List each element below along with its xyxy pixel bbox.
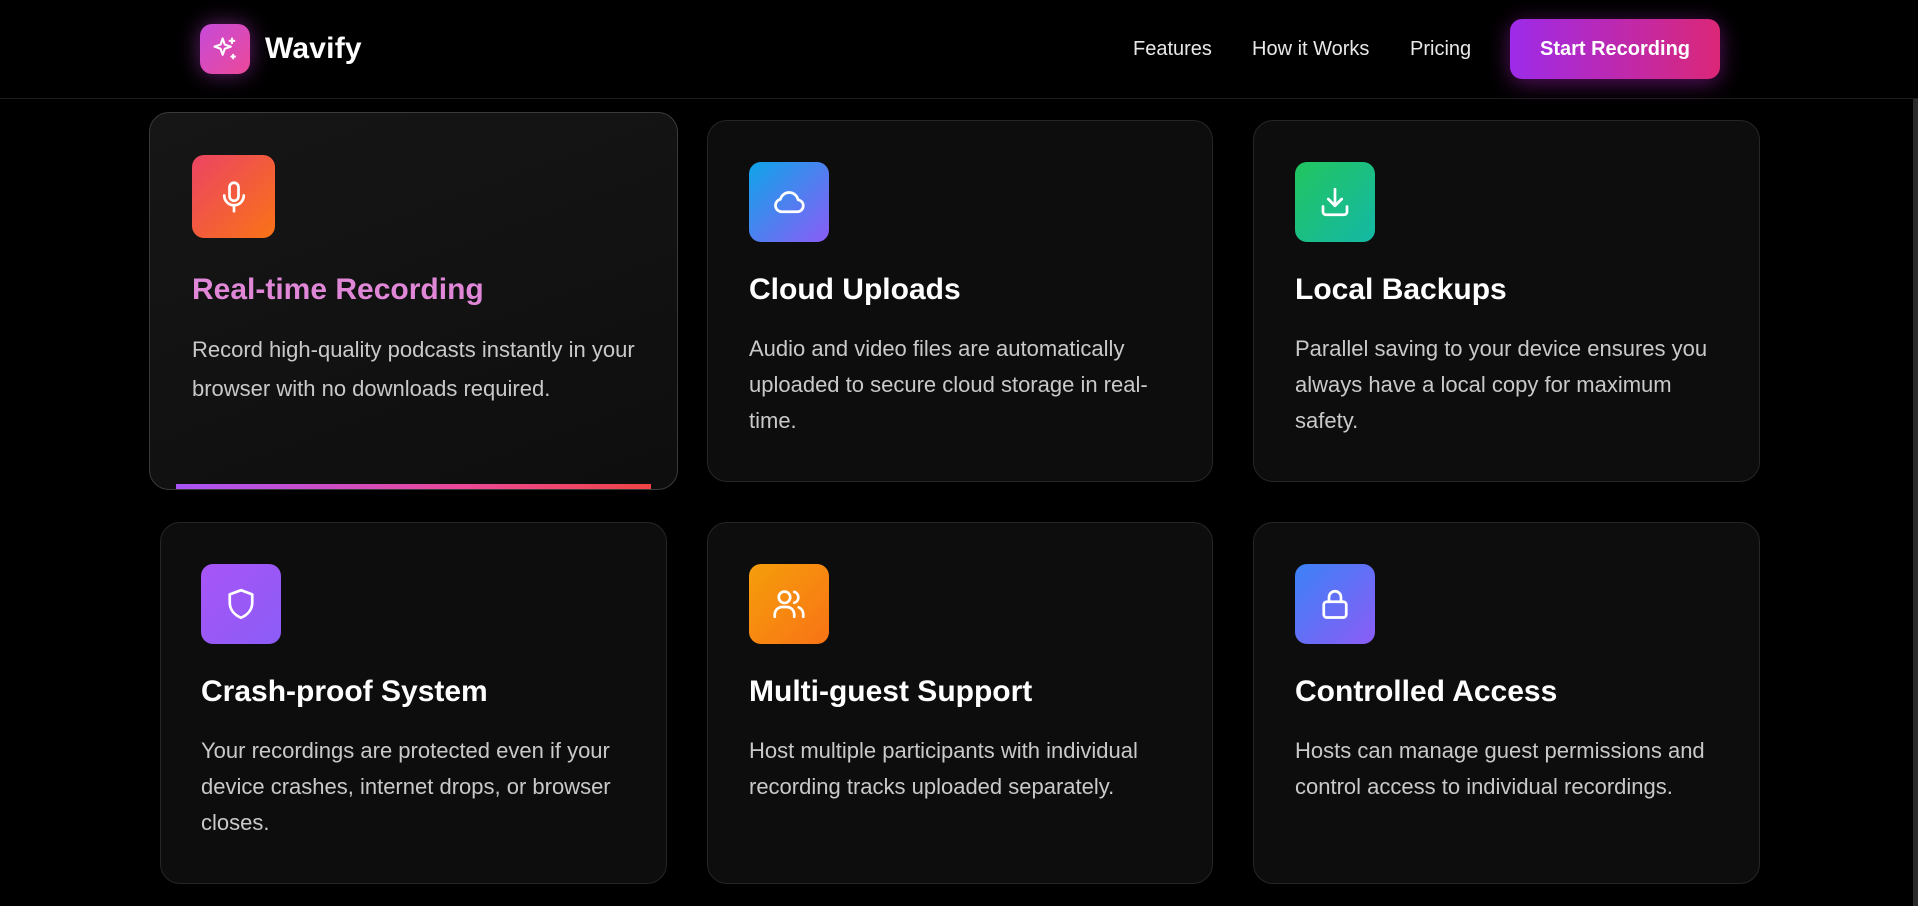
cloud-icon [749, 162, 829, 242]
start-recording-button[interactable]: Start Recording [1510, 19, 1720, 79]
feature-card-controlled-access[interactable]: Controlled Access Hosts can manage guest… [1253, 522, 1760, 884]
feature-description: Audio and video files are automatically … [749, 336, 1148, 433]
top-navbar: Wavify Features How it Works Pricing Sta… [0, 0, 1918, 99]
feature-card-local-backups[interactable]: Local Backups Parallel saving to your de… [1253, 120, 1760, 482]
scrollbar[interactable] [1913, 99, 1918, 906]
feature-title: Local Backups [1295, 273, 1507, 306]
feature-title: Multi-guest Support [749, 675, 1033, 708]
feature-card-multi-guest-support[interactable]: Multi-guest Support Host multiple partic… [707, 522, 1213, 884]
brand[interactable]: Wavify [200, 24, 362, 74]
feature-title: Cloud Uploads [749, 273, 961, 306]
feature-description: Parallel saving to your device ensures y… [1295, 336, 1708, 433]
feature-title: Crash-proof System [201, 675, 488, 708]
download-icon [1295, 162, 1375, 242]
feature-description: Hosts can manage guest permissions and c… [1295, 738, 1705, 799]
sparkles-icon [200, 24, 250, 74]
nav-link-how-it-works[interactable]: How it Works [1252, 38, 1369, 61]
feature-card-cloud-uploads[interactable]: Cloud Uploads Audio and video files are … [707, 120, 1213, 482]
feature-card-real-time-recording[interactable]: Real-time Recording Record high-quality … [149, 112, 678, 490]
microphone-icon [192, 155, 275, 238]
brand-name: Wavify [265, 32, 362, 65]
card-accent-bar [176, 484, 651, 489]
users-icon [749, 564, 829, 644]
feature-description: Record high-quality podcasts instantly i… [192, 337, 635, 401]
feature-card-crash-proof-system[interactable]: Crash-proof System Your recordings are p… [160, 522, 667, 884]
shield-icon [201, 564, 281, 644]
feature-description: Your recordings are protected even if yo… [201, 738, 611, 835]
feature-title: Real-time Recording [192, 273, 484, 306]
feature-description: Host multiple participants with individu… [749, 738, 1138, 799]
nav-link-features[interactable]: Features [1133, 38, 1212, 61]
nav-link-pricing[interactable]: Pricing [1410, 38, 1471, 61]
lock-icon [1295, 564, 1375, 644]
feature-title: Controlled Access [1295, 675, 1558, 708]
